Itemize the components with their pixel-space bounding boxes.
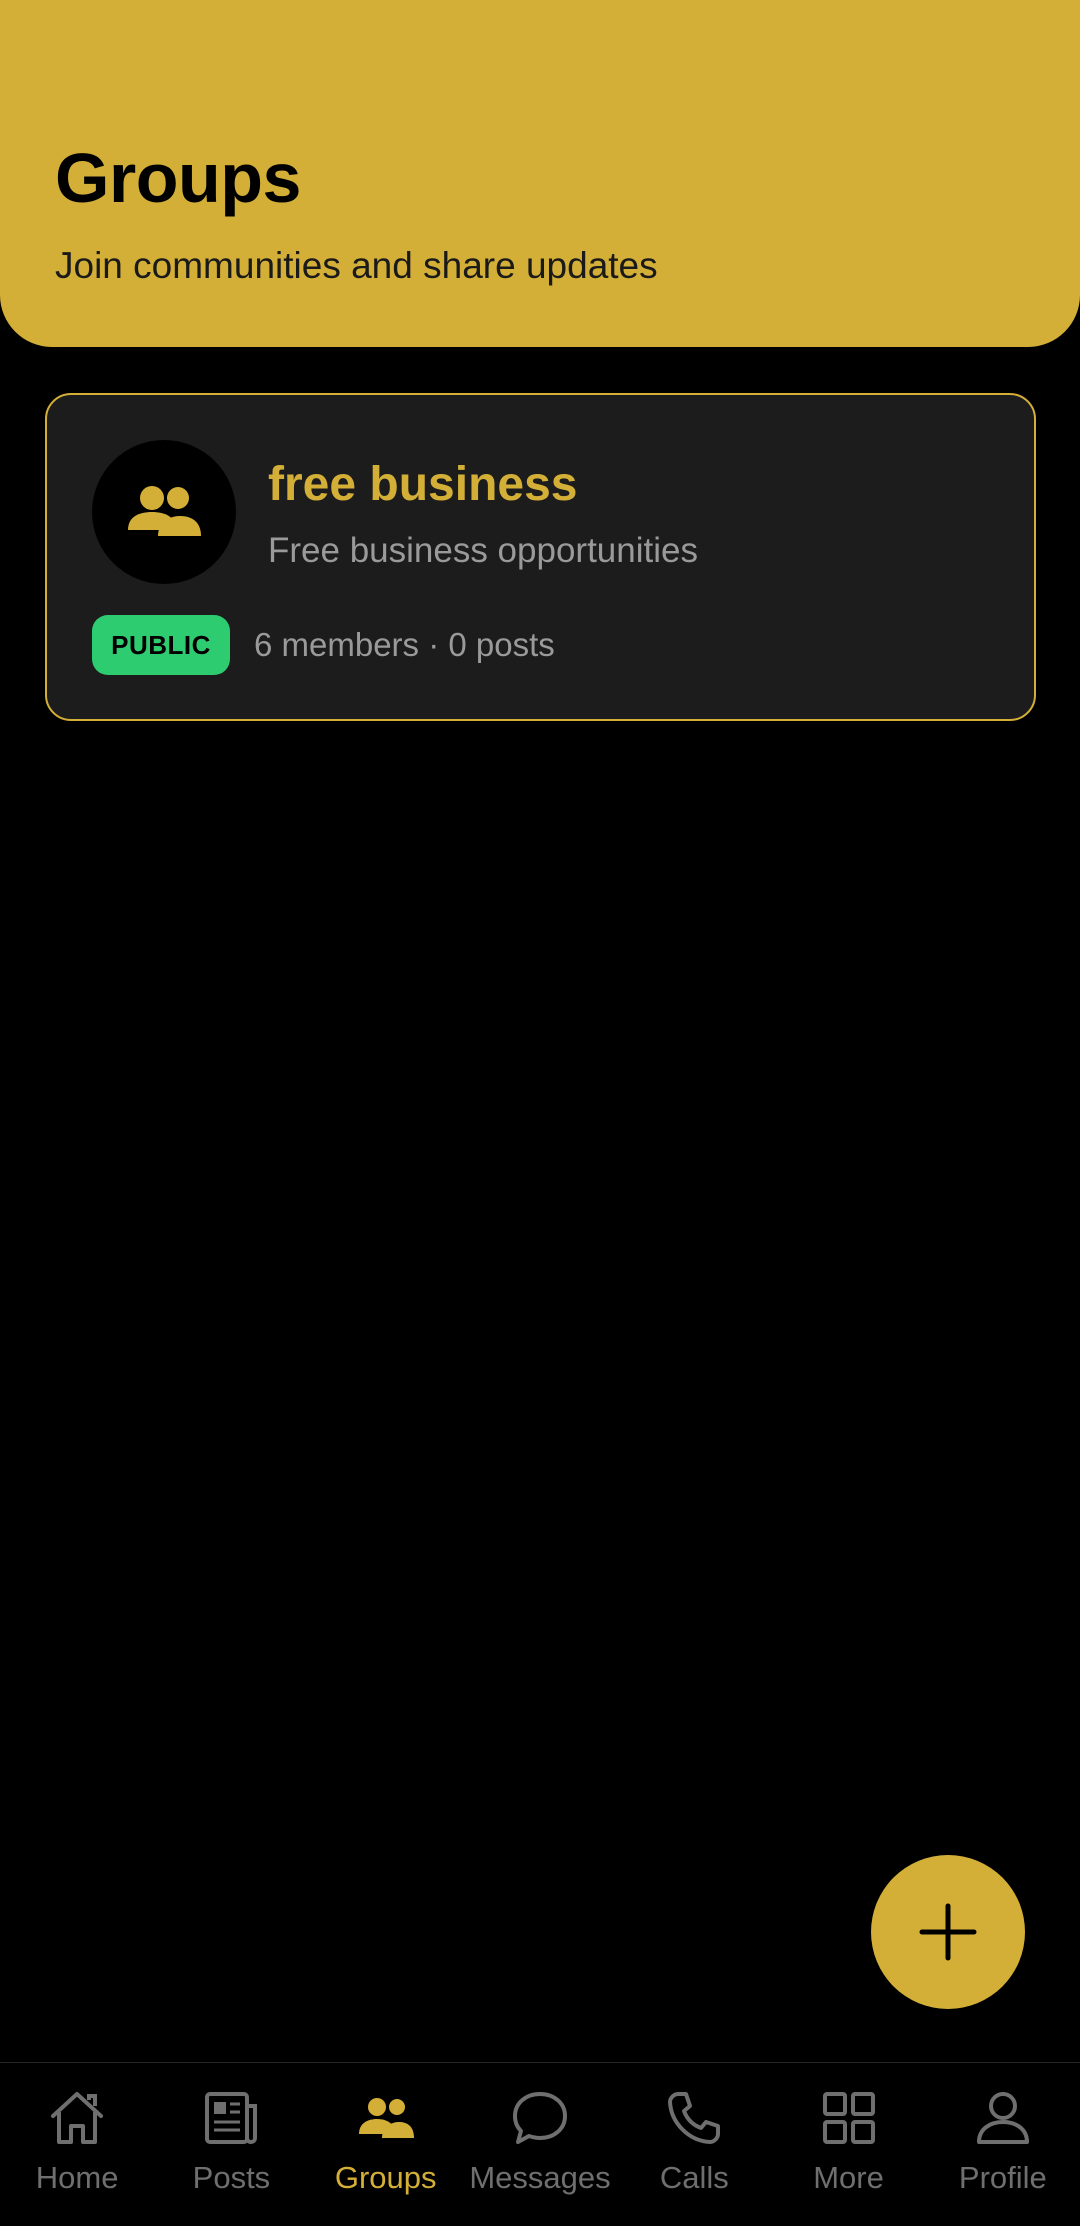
bottom-nav: Home Posts Groups Messages Calls More Pr… — [0, 2062, 1080, 2226]
nav-item-groups[interactable]: Groups — [309, 2063, 463, 2226]
create-group-button[interactable] — [871, 1855, 1025, 2009]
nav-item-messages[interactable]: Messages — [463, 2063, 617, 2226]
nav-item-calls[interactable]: Calls — [617, 2063, 771, 2226]
nav-label-profile: Profile — [958, 2160, 1047, 2195]
nav-item-more[interactable]: More — [771, 2063, 925, 2226]
home-icon — [51, 2092, 104, 2144]
group-people-icon — [128, 486, 201, 536]
group-card[interactable]: free business Free business opportunitie… — [45, 393, 1036, 721]
groups-icon — [358, 2098, 414, 2138]
nav-label-posts: Posts — [192, 2160, 271, 2195]
nav-label-groups: Groups — [334, 2160, 437, 2195]
page-subtitle: Join communities and share updates — [55, 245, 658, 286]
nav-label-home: Home — [35, 2160, 119, 2195]
nav-item-profile[interactable]: Profile — [926, 2063, 1080, 2226]
person-icon — [976, 2092, 1029, 2144]
nav-item-posts[interactable]: Posts — [154, 2063, 308, 2226]
header: Groups Join communities and share update… — [0, 0, 1080, 347]
plus-icon — [919, 1903, 977, 1961]
group-stats: 6 members · 0 posts — [254, 626, 555, 663]
chat-bubble-icon — [512, 2092, 567, 2144]
phone-icon — [668, 2092, 721, 2144]
nav-item-home[interactable]: Home — [0, 2063, 154, 2226]
group-description: Free business opportunities — [268, 531, 698, 570]
nav-label-more: More — [813, 2160, 884, 2195]
group-avatar — [92, 440, 236, 584]
page-title: Groups — [55, 139, 301, 217]
public-badge: PUBLIC — [92, 615, 230, 675]
newspaper-icon — [205, 2092, 258, 2144]
group-name: free business — [268, 458, 578, 511]
nav-label-messages: Messages — [469, 2160, 611, 2195]
grid-icon — [822, 2092, 875, 2144]
groups-screen: Groups Join communities and share update… — [0, 0, 1080, 2226]
nav-label-calls: Calls — [659, 2160, 729, 2195]
